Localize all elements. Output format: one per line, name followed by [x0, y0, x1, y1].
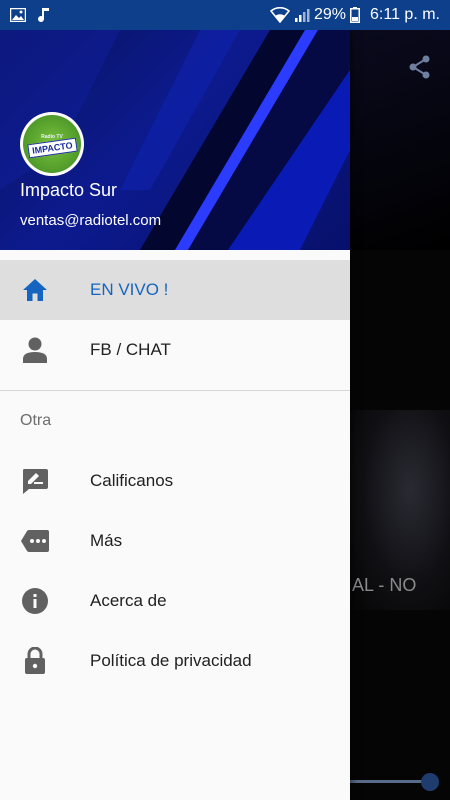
rate-review-icon — [20, 467, 50, 495]
drawer-menu: EN VIVO ! FB / CHAT Otra Calificanos Más — [0, 260, 350, 691]
menu-item-label: EN VIVO ! — [90, 280, 169, 299]
menu-item-en-vivo[interactable]: EN VIVO ! — [0, 260, 350, 320]
now-playing-title: AL - NO — [352, 575, 417, 595]
signal-icon — [294, 7, 310, 23]
person-icon — [20, 336, 50, 364]
menu-item-label: Política de privacidad — [90, 651, 252, 670]
more-tag-icon — [20, 527, 50, 555]
station-logo: Radio TV IMPACTO — [23, 115, 81, 173]
logo-subtext: Radio TV — [41, 133, 63, 140]
info-icon — [20, 587, 50, 615]
menu-item-calificanos[interactable]: Calificanos — [0, 451, 350, 511]
battery-percent: 29% — [314, 6, 347, 23]
logo-text: IMPACTO — [26, 137, 78, 158]
section-title: Otra — [20, 412, 52, 429]
menu-item-label: Acerca de — [90, 591, 167, 610]
image-icon — [10, 8, 26, 22]
status-bar: 29% 6:11 p. m. — [0, 0, 450, 30]
share-icon[interactable] — [405, 52, 435, 82]
avatar[interactable]: Radio TV IMPACTO — [20, 112, 84, 176]
menu-item-politica-privacidad[interactable]: Política de privacidad — [0, 631, 350, 691]
background-header — [350, 30, 450, 250]
seek-bar[interactable] — [350, 780, 430, 783]
music-note-icon — [38, 7, 50, 23]
lock-icon — [20, 647, 50, 675]
account-name: Impacto Sur — [20, 180, 118, 200]
home-icon — [20, 276, 50, 304]
menu-item-label: FB / CHAT — [90, 340, 171, 359]
wifi-icon — [270, 7, 290, 23]
clock: 6:11 p. m. — [370, 6, 440, 23]
menu-item-mas[interactable]: Más — [0, 511, 350, 571]
drawer-header: Radio TV IMPACTO Impacto Sur ventas@radi… — [0, 30, 350, 250]
account-email: ventas@radiotel.com — [20, 212, 162, 229]
navigation-drawer: Radio TV IMPACTO Impacto Sur ventas@radi… — [0, 30, 350, 800]
menu-item-fb-chat[interactable]: FB / CHAT — [0, 320, 350, 380]
menu-item-label: Más — [90, 531, 123, 550]
menu-item-label: Calificanos — [90, 471, 174, 490]
battery-icon — [350, 7, 361, 23]
menu-item-acerca-de[interactable]: Acerca de — [0, 571, 350, 631]
seek-thumb[interactable] — [421, 773, 439, 791]
